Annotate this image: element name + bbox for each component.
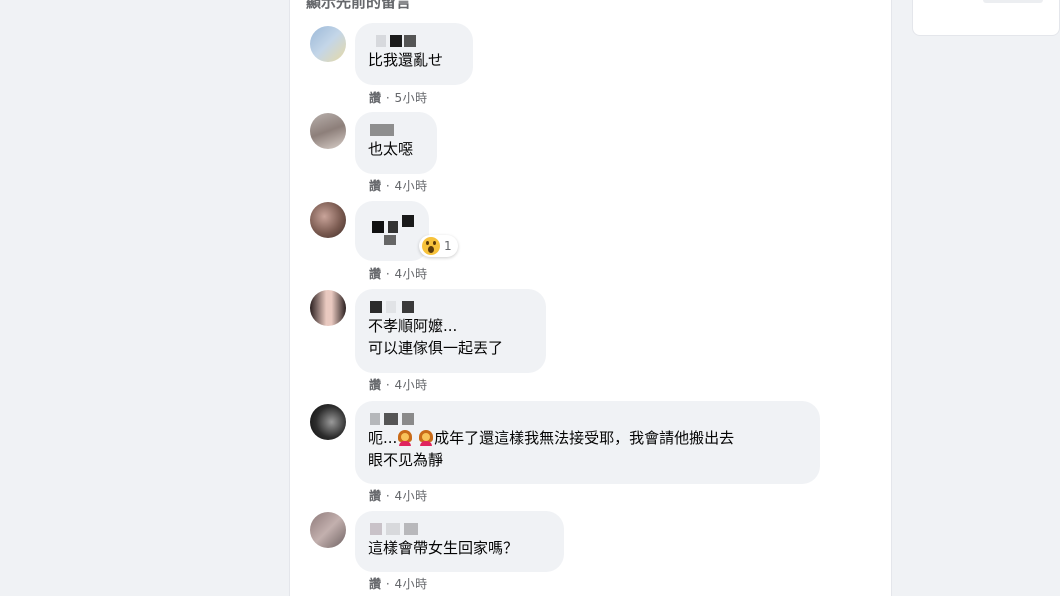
avatar[interactable] xyxy=(310,113,346,149)
timestamp[interactable]: 4小時 xyxy=(395,267,428,281)
timestamp[interactable]: 4小時 xyxy=(395,577,428,591)
comment-meta: 讚 · 4小時 xyxy=(369,487,428,504)
woman-emoji-icon xyxy=(397,430,413,446)
comment-text-start: 呃... xyxy=(368,429,398,447)
timestamp[interactable]: 4小時 xyxy=(395,489,428,503)
comment-meta: 讚 · 4小時 xyxy=(369,575,428,592)
meta-separator: · xyxy=(385,267,391,281)
reaction-count: 1 xyxy=(444,239,452,253)
like-link[interactable]: 讚 xyxy=(369,577,382,591)
like-link[interactable]: 讚 xyxy=(369,179,382,193)
avatar[interactable] xyxy=(310,26,346,62)
comment-bubble: 不孝順阿嬤... 可以連傢俱一起丟了 xyxy=(355,289,546,373)
avatar[interactable] xyxy=(310,202,346,238)
like-link[interactable]: 讚 xyxy=(369,378,382,392)
timestamp[interactable]: 4小時 xyxy=(395,378,428,392)
comment-meta: 讚 · 5小時 xyxy=(369,89,428,106)
comment-text: 也太噁 xyxy=(368,140,414,158)
commenter-name[interactable] xyxy=(368,519,551,537)
reaction-badge[interactable]: 1 xyxy=(419,235,458,257)
timestamp[interactable]: 4小時 xyxy=(395,179,428,193)
avatar[interactable] xyxy=(310,290,346,326)
commenter-name[interactable] xyxy=(368,409,807,427)
sidebar-card xyxy=(912,0,1060,36)
comment-bubble: 這樣會帶女生回家嗎？ xyxy=(355,511,564,572)
meta-separator: · xyxy=(385,378,391,392)
commenter-name[interactable] xyxy=(368,120,424,138)
meta-separator: · xyxy=(385,179,391,193)
comment-text: 不孝順阿嬤... 可以連傢俱一起丟了 xyxy=(368,317,504,357)
comment-text: 呃... 成年了還這樣我無法接受耶，我會請他搬出去 眼不见為靜 xyxy=(368,427,807,471)
view-previous-comments-link[interactable]: 顯示先前的留言 xyxy=(306,0,411,12)
comment-text: 這樣會帶女生回家嗎？ xyxy=(368,539,519,557)
comment-bubble xyxy=(355,201,429,261)
woman-emoji-icon xyxy=(418,430,434,446)
comment-meta: 讚 · 4小時 xyxy=(369,376,428,393)
comment-bubble: 也太噁 xyxy=(355,112,437,174)
wow-reaction-icon xyxy=(422,237,440,255)
avatar[interactable] xyxy=(310,404,346,440)
comment-meta: 讚 · 4小時 xyxy=(369,177,428,194)
comment-bubble: 比我還亂せ xyxy=(355,23,473,85)
comment-text: 比我還亂せ xyxy=(368,51,444,69)
meta-separator: · xyxy=(385,489,391,503)
timestamp[interactable]: 5小時 xyxy=(395,91,428,105)
like-link[interactable]: 讚 xyxy=(369,91,382,105)
like-link[interactable]: 讚 xyxy=(369,489,382,503)
meta-separator: · xyxy=(385,91,391,105)
commenter-name[interactable] xyxy=(368,297,533,315)
comment-meta: 讚 · 4小時 xyxy=(369,265,428,282)
commenter-name[interactable] xyxy=(368,209,416,245)
avatar[interactable] xyxy=(310,512,346,548)
meta-separator: · xyxy=(385,577,391,591)
comment-bubble: 呃... 成年了還這樣我無法接受耶，我會請他搬出去 眼不见為靜 xyxy=(355,401,820,484)
blurred-text xyxy=(983,0,1043,3)
commenter-name[interactable] xyxy=(368,31,460,49)
like-link[interactable]: 讚 xyxy=(369,267,382,281)
